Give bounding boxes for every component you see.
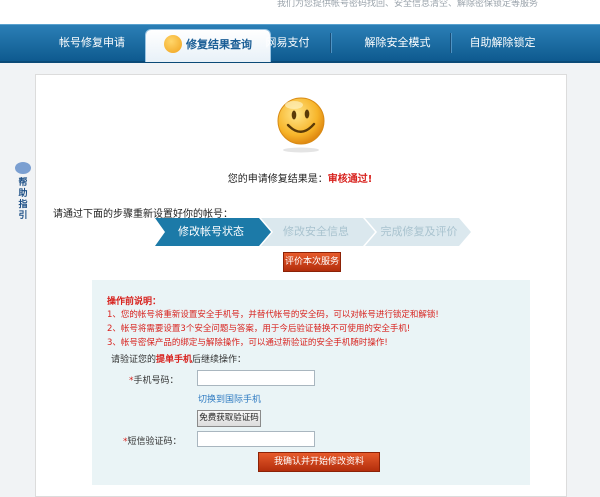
nav-netease-pay[interactable]: 网易支付	[250, 25, 325, 61]
phone-number-input[interactable]	[197, 370, 315, 386]
phone-label: *手机号码：	[129, 373, 179, 386]
sms-code-input[interactable]	[197, 431, 315, 447]
nav-self-unlock[interactable]: 自助解除锁定	[460, 25, 545, 61]
instructions-title: 操作前说明：	[107, 297, 162, 307]
verify-suffix: 后继续操作：	[192, 355, 247, 365]
instruction-note-3: 3、帐号密保产品的绑定与解除操作，可以通过新验证的安全手机随时操作!	[107, 338, 388, 348]
instruction-note-1: 1、您的帐号将重新设置安全手机号，并替代帐号的安全码，可以对帐号进行锁定和解锁!	[107, 310, 439, 320]
top-banner: 我们为您提供帐号密码找回、安全信息清空、解除密保锁定等服务	[0, 0, 600, 24]
get-code-button[interactable]: 免费获取验证码	[197, 410, 261, 427]
nav-divider	[330, 33, 332, 53]
step-3-label: 完成修复及评价	[380, 225, 458, 238]
step-2-label: 修改安全信息	[283, 225, 349, 238]
nav-repair-result-label: 修复结果查询	[186, 38, 252, 51]
nav-account-repair-apply[interactable]: 帐号修复申请	[52, 25, 132, 61]
nav-unlock-safe-mode[interactable]: 解除安全模式	[355, 25, 440, 61]
main-nav: 帐号修复申请 修复结果查询 网易支付 解除安全模式 自助解除锁定	[0, 24, 600, 63]
sms-code-label: *短信验证码：	[123, 434, 182, 447]
switch-intl-phone-link[interactable]: 切换到国际手机	[198, 392, 261, 405]
phone-label-text: 手机号码：	[133, 376, 179, 386]
nav-divider	[450, 33, 452, 53]
smiley-icon	[164, 35, 182, 53]
verify-highlight: 提单手机	[156, 355, 193, 365]
result-status: 审核通过!	[327, 174, 373, 185]
result-prefix: 您的申请修复结果是：	[227, 174, 328, 185]
verify-phone-hint: 请验证您的提单手机后继续操作：	[111, 352, 246, 365]
evaluate-service-button[interactable]: 评价本次服务	[283, 252, 341, 272]
verify-prefix: 请验证您的	[111, 355, 157, 365]
top-note-text: 我们为您提供帐号密码找回、安全信息清空、解除密保锁定等服务	[276, 0, 538, 9]
step-1-label: 修改帐号状态	[178, 225, 244, 238]
instruction-note-2: 2、帐号将需要设置3个安全问题与答案，用于今后验证替换不可使用的安全手机!	[107, 324, 411, 334]
confirm-submit-button[interactable]: 我确认并开始修改资料	[258, 452, 380, 472]
sms-code-label-text: 短信验证码：	[127, 437, 182, 447]
smiley-face-icon	[277, 97, 325, 153]
repair-result: 您的申请修复结果是：审核通过!	[0, 170, 600, 185]
